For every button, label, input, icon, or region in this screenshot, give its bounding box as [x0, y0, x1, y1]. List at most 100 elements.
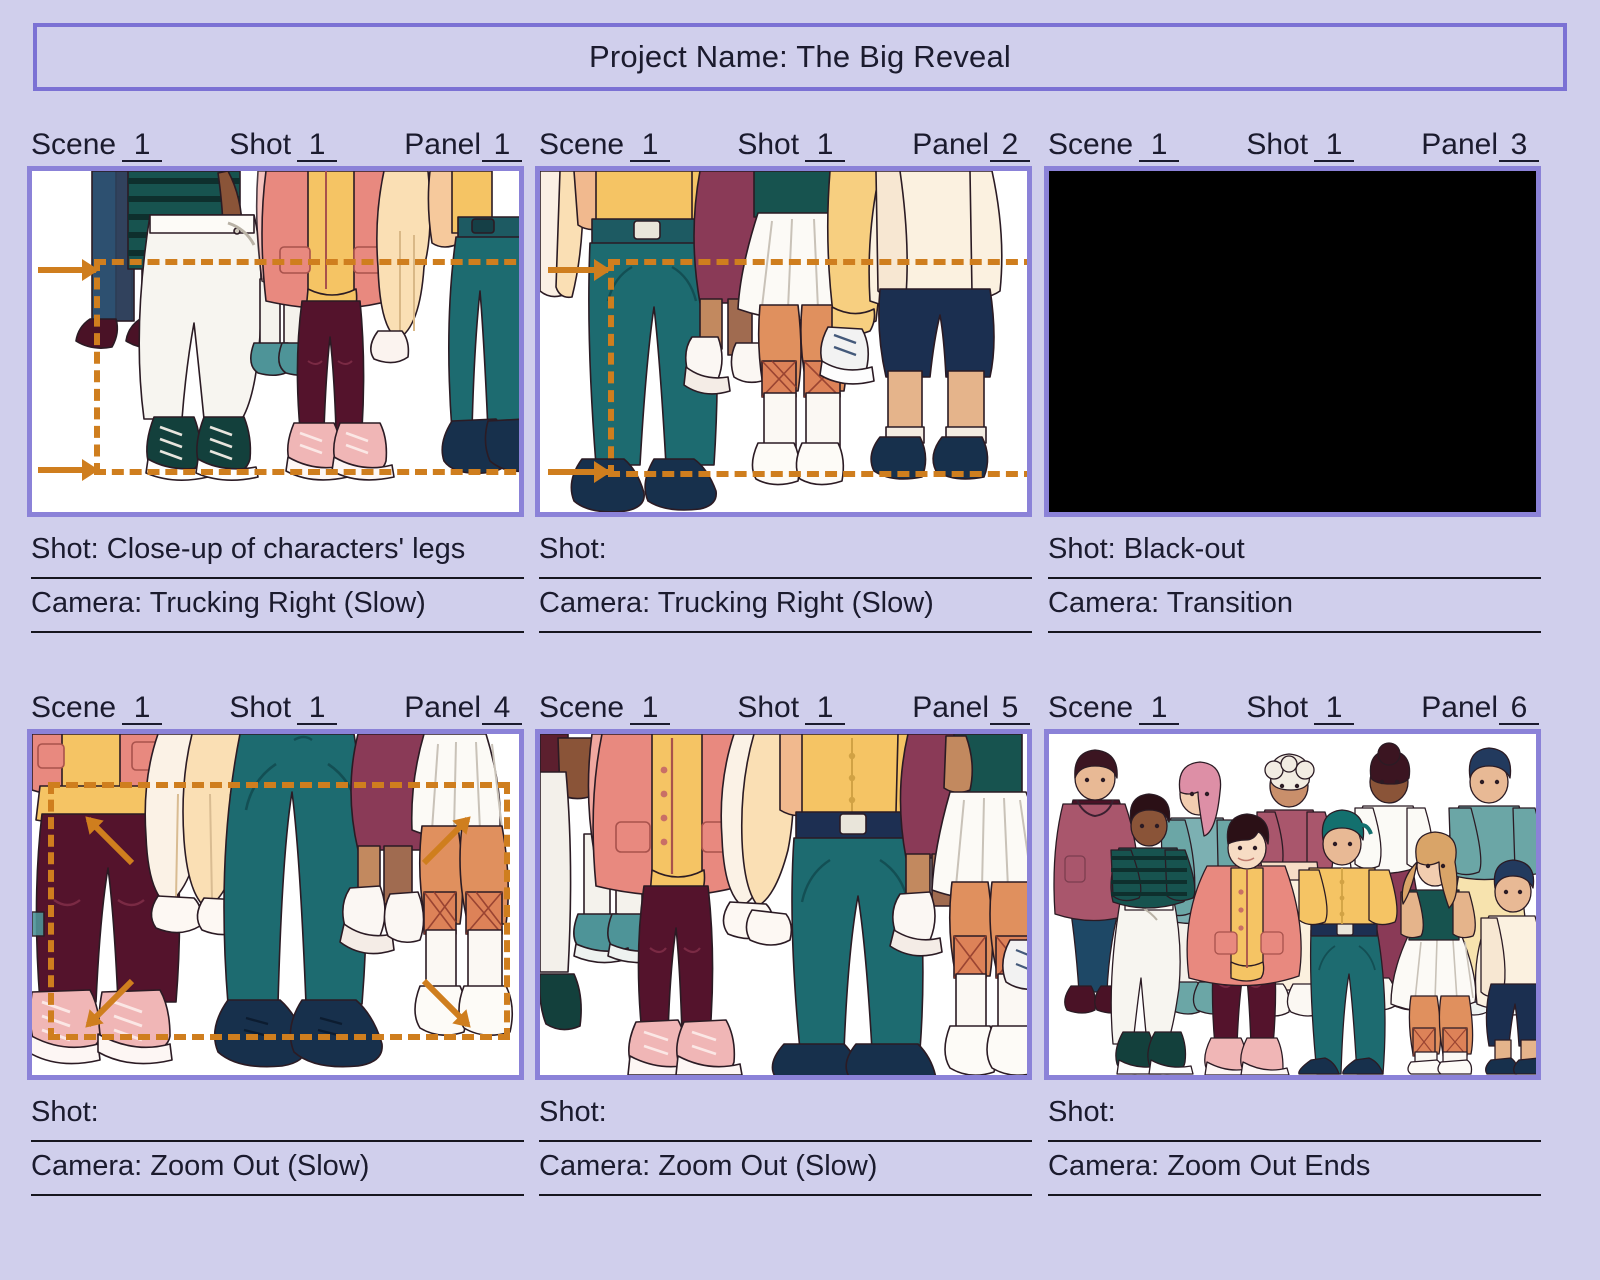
scene-value[interactable]: 1 [1139, 691, 1180, 725]
panel-meta-2: Scene 1 Shot 1 Panel 2 [539, 110, 1032, 162]
scene-label: Scene [1048, 127, 1134, 161]
camera-caption-text-1: Camera: Trucking Right (Slow) [31, 588, 426, 619]
panel-frame-1[interactable] [27, 166, 524, 517]
storyboard-cell-3: Scene 1 Shot 1 Panel 3 Shot: Black-out C… [1044, 110, 1541, 655]
scene-value[interactable]: 1 [1139, 128, 1180, 162]
panel-artwork-3-blackout [1049, 171, 1536, 512]
panel-captions-4: Shot: Camera: Zoom Out (Slow) [31, 1088, 524, 1196]
shot-field-3: Shot 1 [1246, 127, 1355, 162]
scene-value[interactable]: 1 [122, 691, 163, 725]
shot-field-4: Shot 1 [229, 690, 338, 725]
shot-label: Shot [1246, 127, 1309, 161]
panel-field-4: Panel 4 [404, 691, 522, 725]
camera-caption-line-3[interactable]: Camera: Transition [1048, 579, 1541, 633]
panel-artwork-6 [1049, 734, 1536, 1075]
shot-value[interactable]: 1 [805, 128, 846, 162]
shot-caption-text-6: Shot: [1048, 1097, 1116, 1128]
camera-caption-line-1[interactable]: Camera: Trucking Right (Slow) [31, 579, 524, 633]
shot-value[interactable]: 1 [1314, 128, 1355, 162]
panel-artwork-2 [540, 171, 1027, 512]
scene-value[interactable]: 1 [630, 128, 671, 162]
panel-label: Panel [1421, 690, 1498, 724]
legs-illustration-d [540, 734, 1027, 1075]
panel-artwork-1 [32, 171, 519, 512]
legs-illustration-a [75, 171, 519, 481]
shot-value[interactable]: 1 [1314, 691, 1355, 725]
storyboard-page: Project Name: The Big Reveal Scene 1 Sho… [0, 0, 1600, 1280]
scene-value[interactable]: 1 [122, 128, 163, 162]
shot-caption-text-1: Shot: Close-up of characters' legs [31, 534, 466, 565]
scene-label: Scene [539, 127, 625, 161]
panel-meta-3: Scene 1 Shot 1 Panel 3 [1048, 110, 1541, 162]
scene-field-6: Scene 1 [1048, 691, 1180, 725]
panel-label: Panel [1421, 127, 1498, 161]
panel-field-3: Panel 3 [1421, 127, 1539, 162]
panel-field-2: Panel 2 [912, 127, 1030, 162]
trucking-right-arrow-bottom [38, 467, 96, 473]
scene-label: Scene [539, 690, 625, 724]
shot-caption-text-3: Shot: Black-out [1048, 534, 1245, 565]
scene-value[interactable]: 1 [630, 691, 671, 725]
panel-field-6: Panel 6 [1421, 690, 1539, 725]
shot-caption-line-2[interactable]: Shot: [539, 525, 1032, 579]
scene-field-4: Scene 1 [31, 691, 163, 725]
camera-caption-line-5[interactable]: Camera: Zoom Out (Slow) [539, 1142, 1032, 1196]
scene-label: Scene [31, 127, 117, 161]
camera-caption-line-2[interactable]: Camera: Trucking Right (Slow) [539, 579, 1032, 633]
panel-captions-3: Shot: Black-out Camera: Transition [1048, 525, 1541, 633]
camera-caption-line-6[interactable]: Camera: Zoom Out Ends [1048, 1142, 1541, 1196]
panel-value[interactable]: 1 [482, 128, 522, 162]
shot-caption-line-1[interactable]: Shot: Close-up of characters' legs [31, 525, 524, 579]
scene-field-1: Scene 1 [31, 127, 163, 162]
camera-caption-line-4[interactable]: Camera: Zoom Out (Slow) [31, 1142, 524, 1196]
panel-frame-6[interactable] [1044, 729, 1541, 1080]
shot-label: Shot [1246, 690, 1309, 724]
trucking-right-arrow-bottom [548, 469, 608, 475]
shot-label: Shot [737, 690, 800, 724]
legs-illustration-c [32, 734, 514, 1068]
shot-field-1: Shot 1 [229, 128, 338, 162]
storyboard-row-2: Scene 1 Shot 1 Panel 4 Shot: Camera: Zoo… [0, 673, 1600, 1218]
panel-meta-6: Scene 1 Shot 1 Panel 6 [1048, 673, 1541, 725]
shot-field-6: Shot 1 [1246, 690, 1355, 725]
scene-field-3: Scene 1 [1048, 127, 1180, 162]
panel-frame-4[interactable] [27, 729, 524, 1080]
storyboard-cell-5: Scene 1 Shot 1 Panel 5 Shot: Camera: Zoo… [535, 673, 1032, 1218]
panel-value[interactable]: 3 [1499, 128, 1539, 162]
panel-meta-1: Scene 1 Shot 1 Panel 1 [31, 110, 524, 162]
shot-value[interactable]: 1 [297, 691, 338, 725]
panel-meta-4: Scene 1 Shot 1 Panel 4 [31, 673, 524, 725]
trucking-right-arrow-top [548, 267, 608, 273]
shot-caption-line-3[interactable]: Shot: Black-out [1048, 525, 1541, 579]
legs-illustration-b [540, 171, 1003, 512]
panel-frame-5[interactable] [535, 729, 1032, 1080]
shot-caption-text-4: Shot: [31, 1097, 99, 1128]
shot-caption-text-2: Shot: [539, 534, 607, 565]
panel-frame-2[interactable] [535, 166, 1032, 517]
panel-value[interactable]: 6 [1499, 691, 1539, 725]
panel-value[interactable]: 4 [482, 691, 522, 725]
panel-field-5: Panel 5 [912, 691, 1030, 725]
panel-captions-6: Shot: Camera: Zoom Out Ends [1048, 1088, 1541, 1196]
shot-field-2: Shot 1 [737, 127, 846, 162]
panel-captions-5: Shot: Camera: Zoom Out (Slow) [539, 1088, 1032, 1196]
storyboard-cell-1: Scene 1 Shot 1 Panel 1 Shot: Close-up of… [27, 110, 524, 655]
shot-label: Shot [737, 127, 800, 161]
full-group-illustration [1053, 742, 1536, 1075]
shot-caption-line-6[interactable]: Shot: [1048, 1088, 1541, 1142]
panel-captions-1: Shot: Close-up of characters' legs Camer… [31, 525, 524, 633]
panel-frame-3[interactable] [1044, 166, 1541, 517]
project-title-bar: Project Name: The Big Reveal [33, 23, 1567, 91]
panel-label: Panel [912, 127, 989, 161]
scene-field-5: Scene 1 [539, 690, 671, 725]
shot-value[interactable]: 1 [297, 128, 338, 162]
shot-caption-line-5[interactable]: Shot: [539, 1088, 1032, 1142]
panel-value[interactable]: 5 [990, 691, 1030, 725]
trucking-right-arrow-top [38, 267, 96, 273]
shot-value[interactable]: 1 [805, 691, 846, 725]
shot-caption-line-4[interactable]: Shot: [31, 1088, 524, 1142]
storyboard-cell-6: Scene 1 Shot 1 Panel 6 Shot: Camera: Zoo… [1044, 673, 1541, 1218]
storyboard-cell-4: Scene 1 Shot 1 Panel 4 Shot: Camera: Zoo… [27, 673, 524, 1218]
panel-value[interactable]: 2 [990, 128, 1030, 162]
shot-label: Shot [229, 690, 292, 724]
